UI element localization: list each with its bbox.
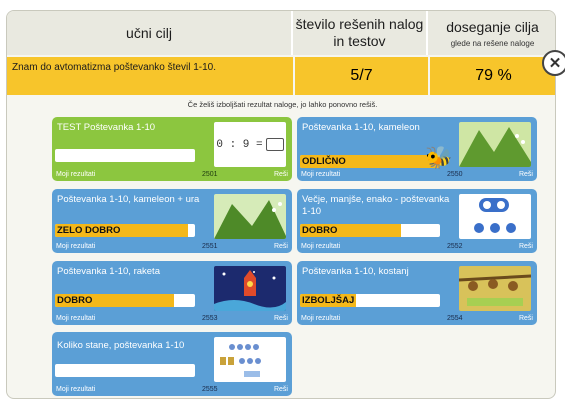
solve-link[interactable]: Reši [274, 171, 288, 178]
task-thumbnail [459, 194, 531, 239]
solved-count: 5/7 [295, 57, 428, 95]
solve-link[interactable]: Reši [519, 243, 533, 250]
answer-box-icon [265, 138, 284, 151]
task-title: Poštevanka 1-10, raketa [57, 266, 160, 277]
close-icon[interactable]: ✕ [542, 50, 565, 76]
rocket-icon [214, 266, 286, 311]
task-id: 2551 [202, 243, 218, 250]
task-card[interactable]: TEST Poštevanka 1-10 0 : 9 = Moji rezult… [52, 117, 292, 181]
progress-bar: DOBRO [300, 224, 440, 237]
task-id: 2553 [202, 315, 218, 322]
task-thumbnail [459, 266, 531, 311]
header-achievement-label: doseganje cilja [446, 18, 539, 35]
task-title: Večje, manjše, enako - poštevanka 1-10 [302, 194, 450, 217]
retry-note: Če želiš izboljšati rezultat naloge, jo … [187, 100, 378, 109]
progress-bar: ZELO DOBRO [55, 224, 195, 237]
task-id: 2501 [202, 171, 218, 178]
achievement-percent: 79 % [430, 57, 555, 95]
chestnut-icon [459, 266, 531, 311]
task-title: TEST Poštevanka 1-10 [57, 122, 156, 133]
progress-bar [55, 149, 195, 162]
task-id: 2552 [447, 243, 463, 250]
status-label: ODLIČNO [302, 156, 346, 167]
my-results-link[interactable]: Moji rezultati [56, 243, 95, 250]
solve-link[interactable]: Reši [274, 243, 288, 250]
my-results-link[interactable]: Moji rezultati [301, 315, 340, 322]
my-results-link[interactable]: Moji rezultati [301, 171, 340, 178]
leaf-icon [459, 122, 531, 167]
task-thumbnail: 0 : 9 = [214, 122, 286, 167]
header-achievement: doseganje cilja glede na rešene naloge [428, 11, 555, 55]
progress-bar: DOBRO [55, 294, 195, 307]
my-results-link[interactable]: Moji rezultati [56, 315, 95, 322]
status-label: IZBOLJŠAJ [302, 295, 355, 306]
solve-link[interactable]: Reši [519, 171, 533, 178]
task-card[interactable]: Poštevanka 1-10, raketa DOBRO Moji rezul… [52, 261, 292, 325]
task-card[interactable]: Večje, manjše, enako - poštevanka 1-10 D… [297, 189, 537, 253]
task-footer: Moji rezultati 2555 Reši [52, 384, 292, 396]
task-footer: Moji rezultati 2553 Reši [52, 313, 292, 325]
task-footer: Moji rezultati 2550 Reši [297, 169, 537, 181]
task-footer: Moji rezultati 2554 Reši [297, 313, 537, 325]
my-results-link[interactable]: Moji rezultati [56, 386, 95, 393]
header-goal: učni cilj [7, 11, 293, 55]
solve-link[interactable]: Reši [274, 386, 288, 393]
circles-icon [474, 198, 516, 233]
task-card[interactable]: Poštevanka 1-10, kameleon + ura ZELO DOB… [52, 189, 292, 253]
task-thumbnail [459, 122, 531, 167]
task-title: Poštevanka 1-10, kameleon [302, 122, 420, 133]
task-footer: Moji rezultati 2552 Reši [297, 241, 537, 253]
task-thumbnail [214, 337, 286, 382]
header-achievement-sub: glede na rešene naloge [450, 38, 535, 48]
goal-panel: učni cilj število rešenih nalog in testo… [6, 10, 556, 399]
bee-icon: 🐝 [425, 145, 453, 170]
task-title: Poštevanka 1-10, kameleon + ura [57, 194, 200, 205]
progress-bar: IZBOLJŠAJ [300, 294, 440, 307]
task-title: Koliko stane, poštevanka 1-10 [57, 340, 185, 351]
header-goal-label: učni cilj [126, 24, 172, 41]
task-id: 2550 [447, 171, 463, 178]
my-results-link[interactable]: Moji rezultati [301, 243, 340, 250]
solve-link[interactable]: Reši [519, 315, 533, 322]
status-label: ZELO DOBRO [57, 225, 121, 236]
task-id: 2554 [447, 315, 463, 322]
solve-link[interactable]: Reši [274, 315, 288, 322]
task-card[interactable]: Poštevanka 1-10, kostanj IZBOLJŠAJ Moji … [297, 261, 537, 325]
task-title: Poštevanka 1-10, kostanj [302, 266, 409, 277]
my-results-link[interactable]: Moji rezultati [56, 171, 95, 178]
task-footer: Moji rezultati 2551 Reši [52, 241, 292, 253]
status-label: DOBRO [302, 225, 338, 236]
task-card[interactable]: Poštevanka 1-10, kameleon ODLIČNO 🐝 Moji… [297, 117, 537, 181]
task-thumbnail [214, 266, 286, 311]
task-card[interactable]: Koliko stane, poštevanka 1-10 Moji rezul… [52, 332, 292, 396]
header-solved: število rešenih nalog in testov [293, 11, 428, 55]
task-footer: Moji rezultati 2501 Reši [52, 169, 292, 181]
status-label: DOBRO [57, 295, 93, 306]
progress-bar [55, 364, 195, 377]
header-solved-label: število rešenih nalog in testov [295, 16, 424, 49]
task-thumbnail [214, 194, 286, 239]
progress-bar: ODLIČNO [300, 155, 440, 168]
thumb-equation: 0 : 9 = [216, 138, 263, 151]
leaf-icon [214, 194, 286, 239]
goal-text: Znam do avtomatizma poštevanko števil 1-… [7, 57, 293, 95]
task-id: 2555 [202, 386, 218, 393]
coins-icon [220, 344, 261, 377]
